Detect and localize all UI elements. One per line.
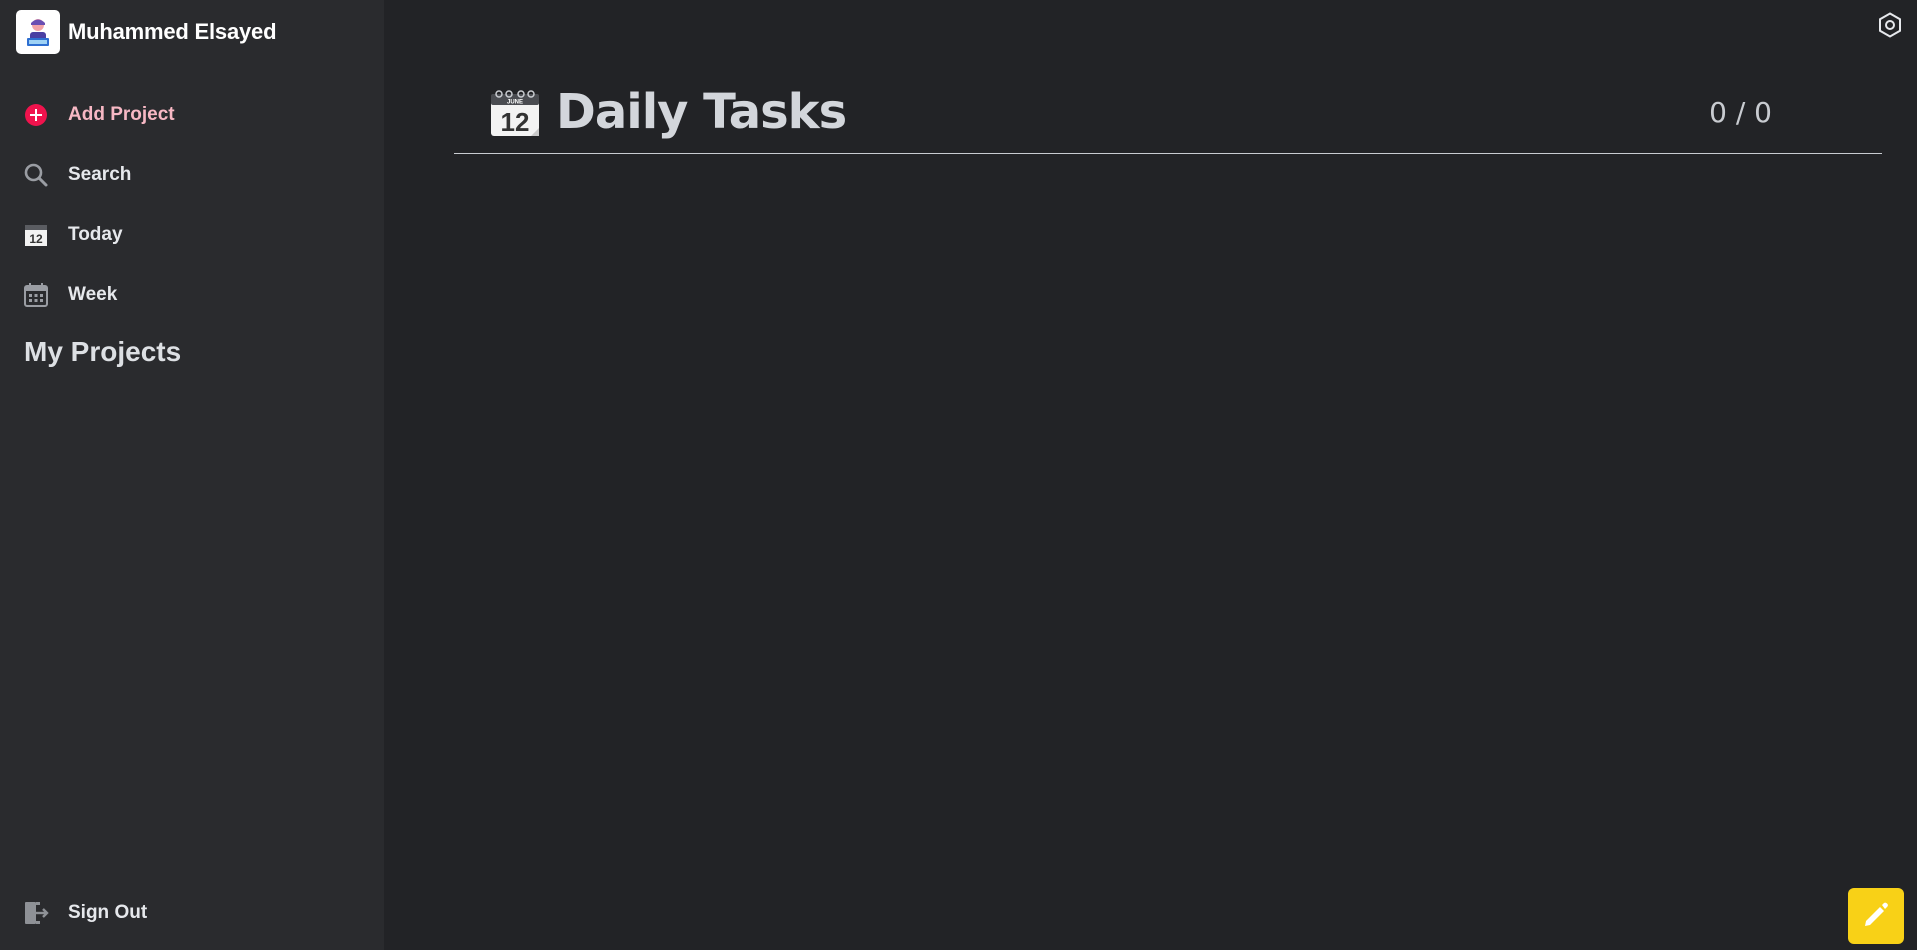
sidebar-item-label: Today xyxy=(68,224,123,245)
sidebar-item-search[interactable]: Search xyxy=(22,161,131,189)
username: Muhammed Elsayed xyxy=(68,19,277,44)
calendar-12-icon: JUNE 12 xyxy=(490,88,540,138)
calendar-day-icon: 12 xyxy=(22,221,50,249)
page-header: JUNE 12 Daily Tasks 0 / 0 xyxy=(454,78,1882,154)
settings-button[interactable] xyxy=(1876,11,1904,43)
sidebar-item-today[interactable]: 12 Today xyxy=(22,221,123,249)
sidebar-item-label: Add Project xyxy=(68,104,175,125)
add-circle-icon xyxy=(22,101,50,129)
svg-text:JUNE: JUNE xyxy=(507,100,523,106)
sign-out-label: Sign Out xyxy=(68,902,148,923)
sidebar-item-week[interactable]: Week xyxy=(22,281,117,309)
svg-text:12: 12 xyxy=(501,107,530,137)
pencil-icon xyxy=(1861,899,1891,934)
sidebar-item-label: Search xyxy=(68,164,132,185)
user-avatar-icon xyxy=(16,10,60,54)
new-task-button[interactable] xyxy=(1848,888,1904,944)
search-icon xyxy=(22,161,50,189)
task-progress-count: 0 / 0 xyxy=(1709,96,1772,129)
sign-out-button[interactable]: Sign Out xyxy=(22,899,147,927)
sign-out-icon xyxy=(22,899,50,927)
my-projects-heading: My Projects xyxy=(24,336,182,367)
page-title: Daily Tasks xyxy=(556,84,847,140)
svg-text:12: 12 xyxy=(29,232,43,246)
sidebar: Muhammed Elsayed Add Project Search 12 T… xyxy=(0,0,384,950)
sidebar-item-add-project[interactable]: Add Project xyxy=(22,101,175,129)
sidebar-item-label: Week xyxy=(68,284,118,305)
calendar-week-icon xyxy=(22,281,50,309)
settings-hexagon-icon xyxy=(1877,11,1903,43)
profile[interactable]: Muhammed Elsayed xyxy=(16,10,277,54)
